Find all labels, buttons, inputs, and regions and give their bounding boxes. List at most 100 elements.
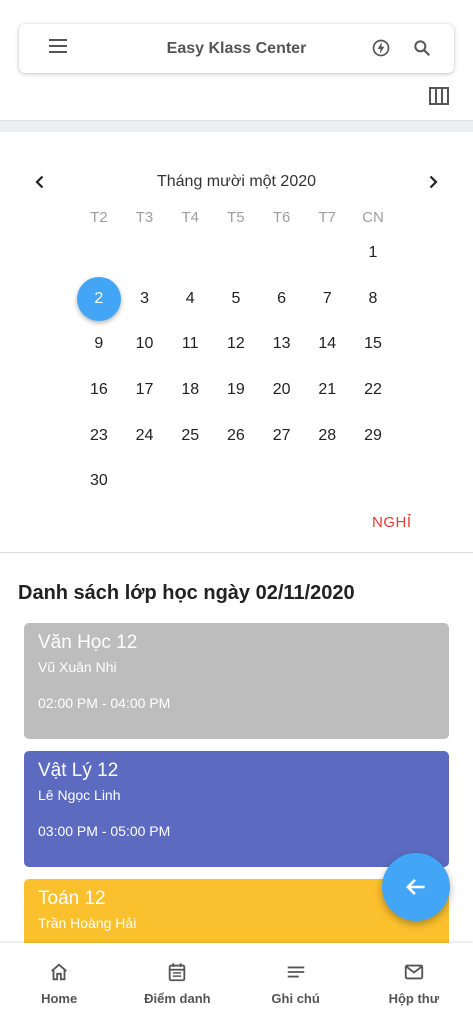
calendar-day[interactable]: 24 <box>122 413 168 459</box>
calendar-day-number: 13 <box>272 335 291 353</box>
calendar-empty-cell <box>76 230 122 276</box>
calendar-day-number: 1 <box>368 243 378 261</box>
calendar-day[interactable]: 12 <box>213 321 259 367</box>
calendar-week-row: 9 10 11 12 13 14 15 <box>76 321 396 367</box>
nav-label: Hộp thư <box>388 991 440 1006</box>
weekday-label: T2 <box>90 209 108 226</box>
nav-item-notes[interactable]: Ghi chú <box>237 943 355 1024</box>
calendar-day-number: 3 <box>140 289 149 307</box>
home-icon <box>51 963 68 981</box>
class-list-title: Danh sách lớp học ngày 02/11/2020 <box>18 582 355 604</box>
calendar-month-label: Tháng mười một 2020 <box>156 173 317 190</box>
calendar-day[interactable]: 10 <box>122 321 168 367</box>
calendar-day-number: 28 <box>318 426 337 444</box>
calendar-day[interactable]: 28 <box>304 413 350 459</box>
mail-icon <box>404 964 424 980</box>
calendar-day[interactable]: 2 <box>76 276 122 322</box>
weekday-label: T3 <box>135 209 154 226</box>
calendar-day[interactable]: 18 <box>167 367 213 413</box>
calendar-day-number: 23 <box>89 426 108 444</box>
calendar-day-number: 17 <box>135 380 154 398</box>
calendar-day[interactable]: 29 <box>350 413 396 459</box>
calendar-empty-cell <box>122 458 168 504</box>
calendar-day[interactable]: 30 <box>76 458 122 504</box>
calendar-day[interactable]: 14 <box>304 321 350 367</box>
weekday-label: T5 <box>227 209 245 226</box>
nav-item-attendance[interactable]: Điểm danh <box>118 943 236 1024</box>
calendar-empty-cell <box>167 230 213 276</box>
nav-item-inbox[interactable]: Hộp thư <box>355 943 473 1024</box>
class-time: 03:00 PM - 05:00 PM <box>38 823 171 839</box>
calendar-day[interactable]: 27 <box>259 413 305 459</box>
calendar-weeks: 1 2 3 4 5 6 7 8 9 10 11 12 13 14 15 16 17 18 19 20 21 22 23 24 2… <box>76 230 396 504</box>
screen: Easy Klass Center Tháng mười một 2020 T2… <box>0 0 473 1024</box>
calendar-day[interactable]: 7 <box>304 276 350 322</box>
calendar-day[interactable]: 5 <box>213 276 259 322</box>
calendar-day-number: 14 <box>318 335 337 353</box>
calendar-day[interactable]: 23 <box>76 413 122 459</box>
calendar-day[interactable]: 19 <box>213 367 259 413</box>
section-divider <box>0 120 473 132</box>
off-day-button[interactable]: NGHỈ <box>372 514 412 531</box>
calendar-check-icon <box>169 963 186 982</box>
weekday-header-row: T2 T3 T4 T5 T6 T7 CN <box>76 206 396 230</box>
calendar-day-number: 8 <box>368 289 378 307</box>
calendar-day-number: 20 <box>272 380 291 398</box>
top-app-bar: Easy Klass Center <box>19 24 454 73</box>
calendar-day-number: 29 <box>364 426 382 444</box>
calendar-day-number: 11 <box>181 335 199 353</box>
calendar-day[interactable]: 21 <box>304 367 350 413</box>
search-icon[interactable] <box>412 38 432 58</box>
class-card[interactable]: Vật Lý 12 Lê Ngọc Linh 03:00 PM - 05:00 … <box>24 751 449 867</box>
calendar-day-number: 19 <box>227 380 245 398</box>
calendar-day-number: 15 <box>364 335 382 353</box>
calendar-day[interactable]: 25 <box>167 413 213 459</box>
calendar-day-number: 18 <box>181 380 200 398</box>
class-time: 02:00 PM - 04:00 PM <box>38 695 171 711</box>
nav-label: Điểm danh <box>144 991 211 1006</box>
calendar-day[interactable]: 11 <box>167 321 213 367</box>
calendar-day-number: 7 <box>322 289 332 307</box>
calendar-day[interactable]: 6 <box>259 276 305 322</box>
calendar-header: Tháng mười một 2020 <box>0 170 473 194</box>
calendar-empty-cell <box>304 230 350 276</box>
nav-label: Home <box>41 991 78 1006</box>
calendar-day-number: 27 <box>272 426 291 444</box>
bottom-navigation: Home Điểm danh Ghi chú Hộp thư <box>0 943 473 1024</box>
calendar-empty-cell <box>304 458 350 504</box>
calendar-day[interactable]: 20 <box>259 367 305 413</box>
calendar-day-number: 16 <box>89 380 108 398</box>
chevron-right-icon[interactable] <box>425 174 441 190</box>
calendar-empty-cell <box>259 230 305 276</box>
calendar-day[interactable]: 4 <box>167 276 213 322</box>
calendar-day[interactable]: 15 <box>350 321 396 367</box>
calendar-day-number: 12 <box>227 335 245 353</box>
calendar-week-row: 23 24 25 26 27 28 29 <box>76 413 396 459</box>
calendar-day[interactable]: 8 <box>350 276 396 322</box>
calendar-day[interactable]: 9 <box>76 321 122 367</box>
calendar-day-number: 30 <box>89 472 108 490</box>
calendar-empty-cell <box>213 230 259 276</box>
view-columns-icon[interactable] <box>429 87 449 105</box>
calendar-grid: T2 T3 T4 T5 T6 T7 CN 1 2 3 4 5 6 7 8 9 10 11 12 13 14… <box>76 206 396 504</box>
calendar-day[interactable]: 17 <box>122 367 168 413</box>
weekday-label: CN <box>362 209 384 226</box>
calendar-day[interactable]: 26 <box>213 413 259 459</box>
notes-icon <box>287 966 304 978</box>
bolt-icon[interactable] <box>371 38 391 58</box>
nav-item-home[interactable]: Home <box>0 943 118 1024</box>
class-name: Văn Học 12 <box>38 632 138 653</box>
calendar-week-row: 2 3 4 5 6 7 8 <box>76 276 396 322</box>
calendar-day[interactable]: 16 <box>76 367 122 413</box>
calendar-week-row: 30 <box>76 458 396 504</box>
calendar-day[interactable]: 3 <box>122 276 168 322</box>
calendar-day[interactable]: 1 <box>350 230 396 276</box>
teacher-name: Trần Hoàng Hải <box>38 915 137 931</box>
calendar-day[interactable]: 13 <box>259 321 305 367</box>
back-fab-button[interactable] <box>382 853 450 921</box>
class-name: Vật Lý 12 <box>38 760 119 781</box>
calendar-day[interactable]: 22 <box>350 367 396 413</box>
calendar-day-number: 6 <box>277 289 287 307</box>
class-card[interactable]: Văn Học 12 Vũ Xuân Nhi 02:00 PM - 04:00 … <box>24 623 449 739</box>
calendar-day-number: 5 <box>231 289 241 307</box>
